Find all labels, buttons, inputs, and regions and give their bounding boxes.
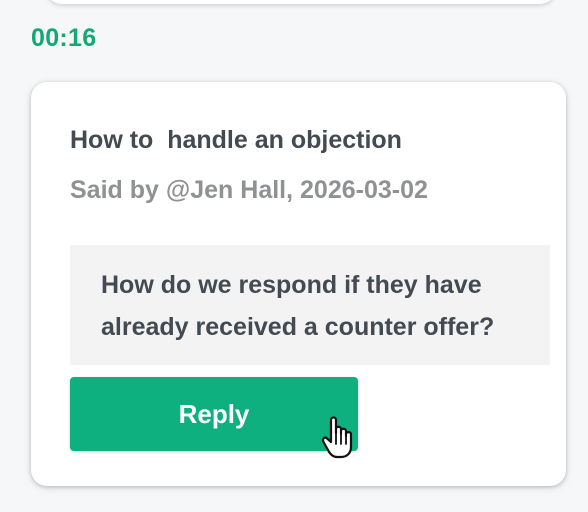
comment-quote-text: How do we respond if they have already r… — [101, 271, 495, 341]
comment-quote: How do we respond if they have already r… — [70, 245, 550, 365]
previous-comment-card — [46, 0, 556, 4]
comment-timestamp[interactable]: 00:16 — [31, 24, 96, 53]
hand-pointer-icon — [321, 416, 353, 459]
comment-card: How to handle an objection Said by @Jen … — [31, 82, 566, 486]
reply-button[interactable]: Reply — [70, 377, 358, 451]
comment-title: How to handle an objection — [70, 126, 402, 154]
comment-author-date: Said by @Jen Hall, 2026-03-02 — [70, 176, 428, 204]
